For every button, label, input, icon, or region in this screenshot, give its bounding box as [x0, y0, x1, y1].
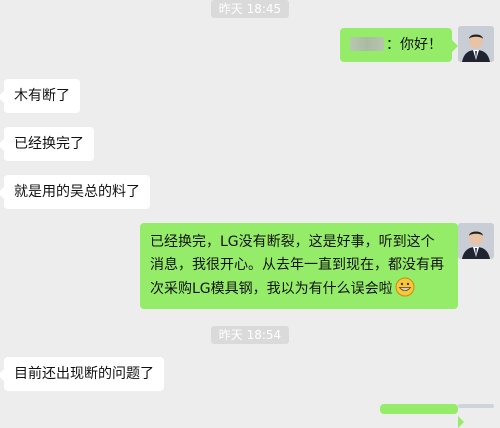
timestamp-label: 昨天 18:45 — [210, 0, 290, 18]
message-bubble-sent[interactable]: 已经换完，LG没有断裂，这是好事，听到这个消息，我很开心。从去年一直到现在，都没… — [140, 223, 464, 309]
message-text: 已经换完了 — [14, 136, 84, 152]
message-text: 就是用的吴总的料了 — [14, 184, 140, 200]
message-text: ：你好！ — [386, 37, 442, 53]
chat-panel: 昨天 18:45 ：你好！ 木有断了 已经换完了 就是用的吴总的料了 已经换完，… — [0, 0, 500, 428]
redacted-name — [350, 37, 384, 51]
message-text: 目前还出现断的问题了 — [14, 366, 154, 382]
message-bubble-sent[interactable]: ：你好！ — [340, 28, 458, 62]
message-text: 木有断了 — [14, 88, 70, 104]
message-bubble-received[interactable]: 木有断了 — [0, 79, 80, 113]
user-avatar-icon[interactable] — [458, 404, 494, 408]
message-bubble-received[interactable]: 就是用的吴总的料了 — [0, 175, 150, 209]
grinning-face-icon — [395, 277, 415, 297]
user-avatar-icon[interactable] — [458, 223, 494, 259]
timestamp-label: 昨天 18:54 — [210, 326, 290, 344]
user-avatar-icon-graphic — [458, 26, 494, 62]
message-bubble-sent-partial[interactable] — [380, 404, 464, 428]
timestamp: 昨天 18:54 — [0, 324, 500, 344]
user-avatar-icon-graphic — [458, 223, 494, 259]
user-avatar-icon[interactable] — [458, 26, 494, 62]
message-bubble-received[interactable]: 已经换完了 — [0, 127, 94, 161]
message-bubble-received[interactable]: 目前还出现断的问题了 — [0, 357, 164, 391]
timestamp: 昨天 18:45 — [0, 0, 500, 18]
